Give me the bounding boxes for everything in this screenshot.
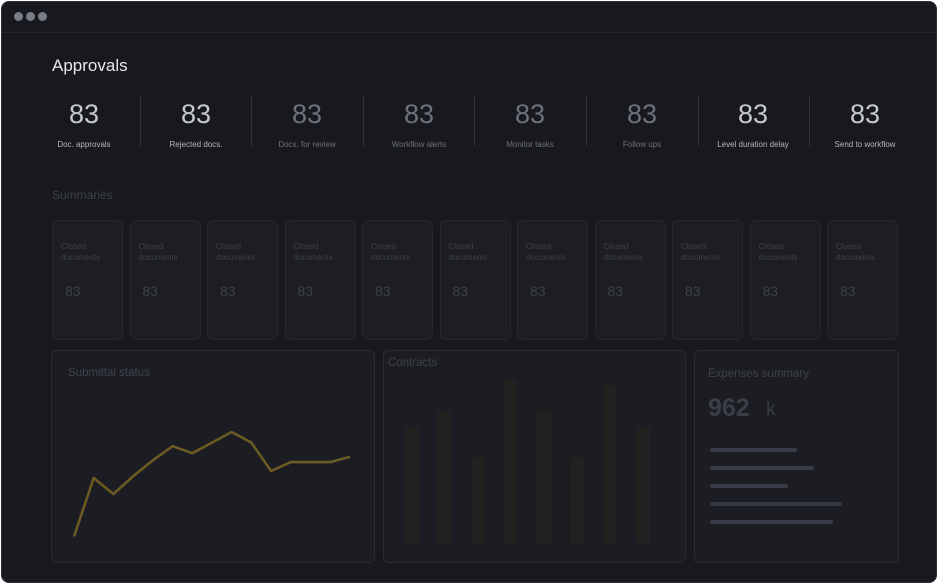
stat-divider bbox=[363, 96, 364, 146]
summary-card-value: 83 bbox=[840, 283, 856, 299]
stat-item[interactable]: 83 Workflow alerts bbox=[364, 98, 474, 149]
contracts-chart bbox=[405, 379, 650, 543]
stat-item[interactable]: 83 Rejected docs. bbox=[141, 98, 251, 149]
expenses-summary-panel[interactable]: Expenses summary 962 k bbox=[694, 350, 899, 563]
summary-card-label: Closed documents bbox=[448, 242, 488, 262]
stat-divider bbox=[140, 96, 141, 146]
contracts-bar[interactable] bbox=[603, 385, 617, 543]
summary-card-label: Closed documents bbox=[61, 242, 101, 262]
stat-value: 83 bbox=[514, 99, 546, 129]
stat-value: 83 bbox=[849, 99, 881, 129]
summary-card[interactable]: Closed documents 83 bbox=[517, 220, 588, 340]
window-dot-icon[interactable] bbox=[14, 12, 23, 21]
stat-label: Monitor tasks bbox=[506, 140, 554, 149]
placeholder-line bbox=[710, 520, 833, 524]
stat-label: Workflow alerts bbox=[391, 140, 447, 149]
stat-divider bbox=[251, 96, 252, 146]
summary-card-label: Closed documents bbox=[526, 242, 566, 262]
summary-card[interactable]: Closed documents 83 bbox=[207, 220, 278, 340]
contracts-bar[interactable] bbox=[570, 457, 584, 543]
contracts-bar[interactable] bbox=[471, 457, 485, 543]
placeholder-line bbox=[710, 502, 842, 506]
summary-card-value: 83 bbox=[530, 283, 546, 299]
expenses-summary-title: Expenses summary bbox=[708, 368, 809, 380]
stat-divider bbox=[586, 96, 587, 146]
page-title: Approvals bbox=[52, 56, 128, 75]
contracts-bar[interactable] bbox=[405, 426, 419, 543]
summary-card-label: Closed documents bbox=[138, 242, 178, 262]
summary-card-label: Closed documents bbox=[293, 242, 333, 262]
expenses-unit: k bbox=[766, 399, 776, 420]
summary-card-value: 83 bbox=[375, 283, 391, 299]
summary-card[interactable]: Closed documents 83 bbox=[439, 220, 511, 340]
summary-card-value: 83 bbox=[452, 283, 469, 299]
summary-card[interactable]: Closed documents 83 bbox=[362, 220, 433, 340]
stat-value: 83 bbox=[403, 99, 435, 129]
stat-item[interactable]: 83 Follow ups bbox=[587, 98, 697, 149]
placeholder-line bbox=[710, 484, 788, 488]
contracts-bar[interactable] bbox=[437, 410, 451, 543]
stat-label: Rejected docs. bbox=[169, 140, 223, 149]
placeholder-line bbox=[710, 448, 797, 452]
stat-value: 83 bbox=[291, 99, 323, 129]
stat-value: 83 bbox=[180, 99, 212, 129]
summary-card-value: 83 bbox=[685, 283, 701, 299]
summary-card[interactable]: Closed documents 83 bbox=[52, 220, 123, 340]
window-dot-icon[interactable] bbox=[38, 12, 47, 21]
contracts-bar[interactable] bbox=[537, 410, 551, 543]
submittal-status-line bbox=[72, 430, 351, 537]
summary-card-value: 83 bbox=[297, 283, 314, 299]
summary-card-value: 83 bbox=[607, 283, 624, 299]
summary-card-label: Closed documents bbox=[836, 242, 876, 262]
summary-card-label: Closed documents bbox=[371, 242, 411, 262]
contracts-bar[interactable] bbox=[636, 426, 650, 543]
summary-card[interactable]: Closed documents 83 bbox=[594, 220, 666, 340]
stat-item[interactable]: 83 Monitor tasks bbox=[475, 98, 585, 149]
window-dot-icon[interactable] bbox=[26, 12, 35, 21]
contracts-bar[interactable] bbox=[503, 379, 517, 543]
stat-item[interactable]: 83 Doc. approvals bbox=[29, 98, 139, 149]
contracts-panel[interactable]: Contracts bbox=[383, 350, 686, 563]
summary-card-label: Closed documents bbox=[681, 242, 721, 262]
stat-item[interactable]: 83 Send to workflow bbox=[810, 98, 920, 149]
summary-card-label: Closed documents bbox=[216, 242, 256, 262]
stat-value: 83 bbox=[626, 99, 658, 129]
summary-card[interactable]: Closed documents 83 bbox=[284, 220, 356, 340]
stat-divider bbox=[809, 96, 810, 146]
expenses-value: 962 bbox=[708, 394, 750, 422]
summary-card[interactable]: Closed documents 83 bbox=[129, 220, 201, 340]
stat-item[interactable]: 83 Docs. for review bbox=[252, 98, 362, 149]
stat-label: Level duration delay bbox=[717, 140, 789, 149]
summary-card-value: 83 bbox=[762, 283, 779, 299]
placeholder-line bbox=[710, 466, 814, 470]
submittal-status-chart bbox=[72, 430, 351, 537]
stat-label: Follow ups bbox=[622, 140, 662, 149]
summary-card-value: 83 bbox=[142, 283, 159, 299]
summary-card[interactable]: Closed documents 83 bbox=[827, 220, 898, 340]
stat-label: Doc. approvals bbox=[57, 140, 111, 149]
summary-card-label: Closed documents bbox=[758, 242, 798, 262]
stat-divider bbox=[698, 96, 699, 146]
stat-item[interactable]: 83 Level duration delay bbox=[698, 98, 808, 149]
summary-card-label: Closed documents bbox=[603, 242, 643, 262]
stat-label: Send to workflow bbox=[834, 140, 896, 149]
summary-card[interactable]: Closed documents 83 bbox=[749, 220, 821, 340]
submittal-status-panel[interactable]: Submittal status bbox=[51, 350, 375, 563]
stat-value: 83 bbox=[68, 99, 100, 129]
title-bar bbox=[2, 2, 936, 33]
summaries-title: Summaries bbox=[52, 188, 113, 202]
stat-divider bbox=[474, 96, 475, 146]
summary-card[interactable]: Closed documents 83 bbox=[672, 220, 743, 340]
summary-card-value: 83 bbox=[65, 283, 81, 299]
stat-value: 83 bbox=[737, 99, 769, 129]
summary-card-value: 83 bbox=[220, 283, 236, 299]
app-window: Approvals 83 Doc. approvals 83 Rejected doc… bbox=[1, 1, 937, 583]
stat-label: Docs. for review bbox=[278, 140, 336, 149]
